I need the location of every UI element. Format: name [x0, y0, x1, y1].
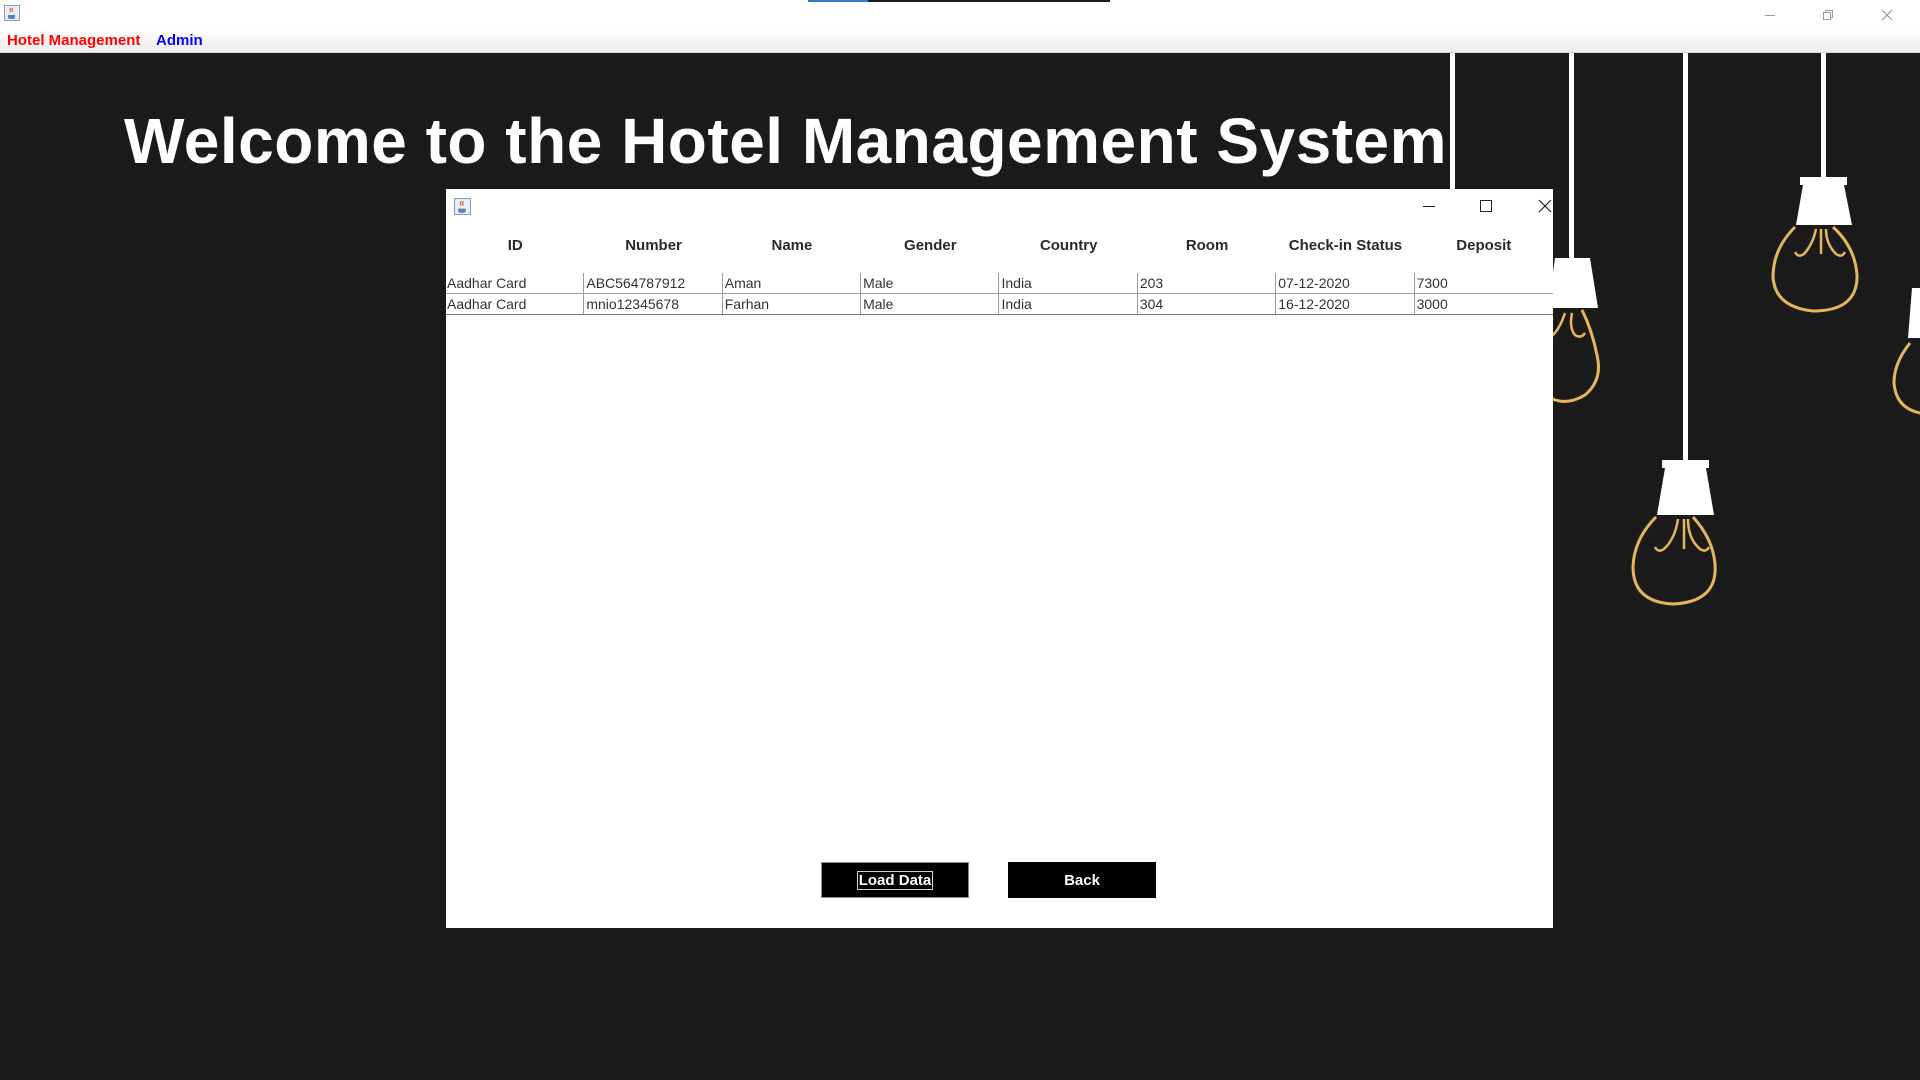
table-cell[interactable]: 3000 — [1415, 294, 1553, 314]
minimize-icon — [1765, 15, 1775, 16]
table-cell[interactable]: India — [999, 294, 1138, 314]
table-cell[interactable]: Aman — [723, 273, 862, 293]
load-data-button[interactable]: Load Data — [821, 862, 969, 898]
dialog-minimize-button[interactable] — [1406, 191, 1452, 221]
outer-title-bar — [0, 0, 1920, 30]
column-header-gender: Gender — [904, 237, 957, 254]
lightbulb-icon — [1450, 53, 1455, 193]
table-row[interactable]: Aadhar Card mnio12345678 Farhan Male Ind… — [446, 294, 1553, 315]
table-cell[interactable]: Male — [861, 294, 1000, 314]
column-header-name: Name — [771, 237, 813, 254]
java-coffee-icon — [454, 198, 471, 215]
title-accent-bar — [808, 0, 1110, 2]
guest-info-dialog: ID Number Name Gender Country Room Check… — [446, 189, 1553, 928]
table-cell[interactable]: mnio12345678 — [584, 294, 723, 314]
table-cell[interactable]: Male — [861, 273, 1000, 293]
close-icon — [1881, 9, 1893, 21]
column-header-checkin-status: Check-in Status — [1288, 237, 1403, 254]
table-row[interactable]: Aadhar Card ABC564787912 Aman Male India… — [446, 273, 1553, 294]
restore-button[interactable] — [1805, 0, 1851, 30]
dialog-maximize-button[interactable] — [1463, 191, 1509, 221]
column-header-country: Country — [1039, 237, 1098, 254]
column-header-deposit: Deposit — [1456, 237, 1512, 254]
welcome-title: Welcome to the Hotel Management System — [124, 105, 1447, 177]
table-cell[interactable]: Farhan — [723, 294, 862, 314]
table-cell[interactable]: Aadhar Card — [446, 294, 585, 314]
dialog-title-bar — [446, 189, 1553, 223]
table-cell[interactable]: 203 — [1138, 273, 1277, 293]
lightbulb-icon — [1892, 288, 1920, 415]
column-header-number: Number — [625, 237, 682, 254]
table-cell[interactable]: 07-12-2020 — [1276, 273, 1415, 293]
load-data-label: Load Data — [856, 870, 934, 890]
back-button[interactable]: Back — [1008, 862, 1156, 898]
table-cell[interactable]: 304 — [1138, 294, 1277, 314]
maximize-icon — [1480, 200, 1492, 212]
column-header-room: Room — [1185, 237, 1229, 254]
column-header-id: ID — [507, 237, 523, 254]
table-cell[interactable]: Aadhar Card — [446, 273, 585, 293]
table-cell[interactable]: ABC564787912 — [584, 273, 723, 293]
dialog-close-button[interactable] — [1522, 191, 1568, 221]
table-cell[interactable]: 7300 — [1415, 273, 1553, 293]
menu-hotel-management[interactable]: Hotel Management — [7, 32, 140, 49]
guest-table: Aadhar Card ABC564787912 Aman Male India… — [446, 273, 1553, 315]
table-header: ID Number Name Gender Country Room Check… — [446, 235, 1553, 257]
menu-admin[interactable]: Admin — [156, 32, 203, 49]
minimize-icon — [1423, 206, 1435, 207]
close-icon — [1538, 199, 1552, 213]
restore-icon — [1823, 10, 1833, 20]
close-button[interactable] — [1864, 0, 1910, 30]
lightbulb-icon — [1631, 53, 1717, 606]
lightbulb-icon — [1771, 53, 1859, 313]
menu-bar: Hotel Management Admin — [0, 30, 1920, 53]
java-coffee-icon — [4, 5, 20, 21]
table-cell[interactable]: 16-12-2020 — [1276, 294, 1415, 314]
minimize-button[interactable] — [1747, 0, 1793, 30]
table-cell[interactable]: India — [999, 273, 1138, 293]
